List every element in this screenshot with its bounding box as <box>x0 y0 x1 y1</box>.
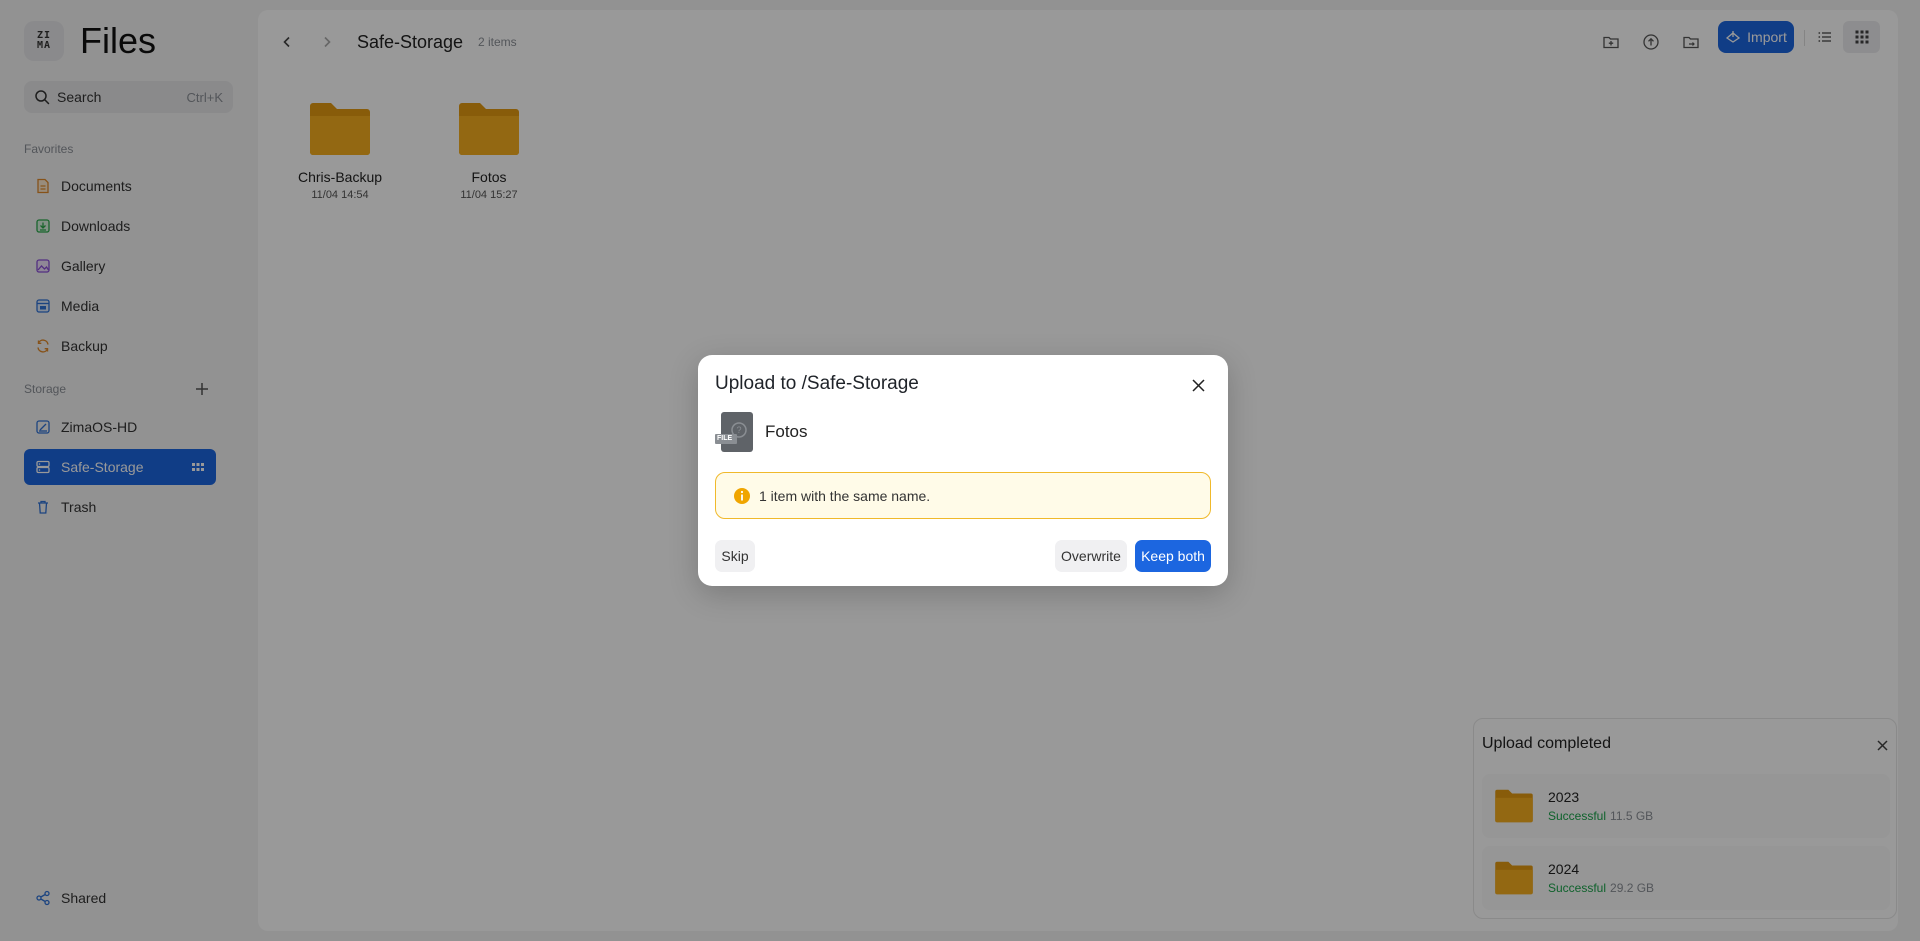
keep-both-button[interactable]: Keep both <box>1135 540 1211 572</box>
file-badge: FILE <box>717 435 733 442</box>
conflict-warning: 1 item with the same name. <box>715 472 1211 519</box>
warning-icon <box>734 487 750 504</box>
conflict-file: ? FILE Fotos <box>715 412 808 452</box>
warning-text: 1 item with the same name. <box>759 487 931 504</box>
dialog-title: Upload to /Safe-Storage <box>715 373 919 394</box>
skip-button[interactable]: Skip <box>715 540 755 572</box>
close-icon <box>1191 378 1205 392</box>
upload-conflict-dialog: Upload to /Safe-Storage ? FILE Fotos 1 i… <box>698 355 1228 586</box>
dialog-close-button[interactable] <box>1186 373 1210 397</box>
file-icon: ? FILE <box>715 412 753 452</box>
conflict-file-name: Fotos <box>765 422 808 441</box>
svg-text:?: ? <box>736 425 741 435</box>
overwrite-button[interactable]: Overwrite <box>1055 540 1127 572</box>
